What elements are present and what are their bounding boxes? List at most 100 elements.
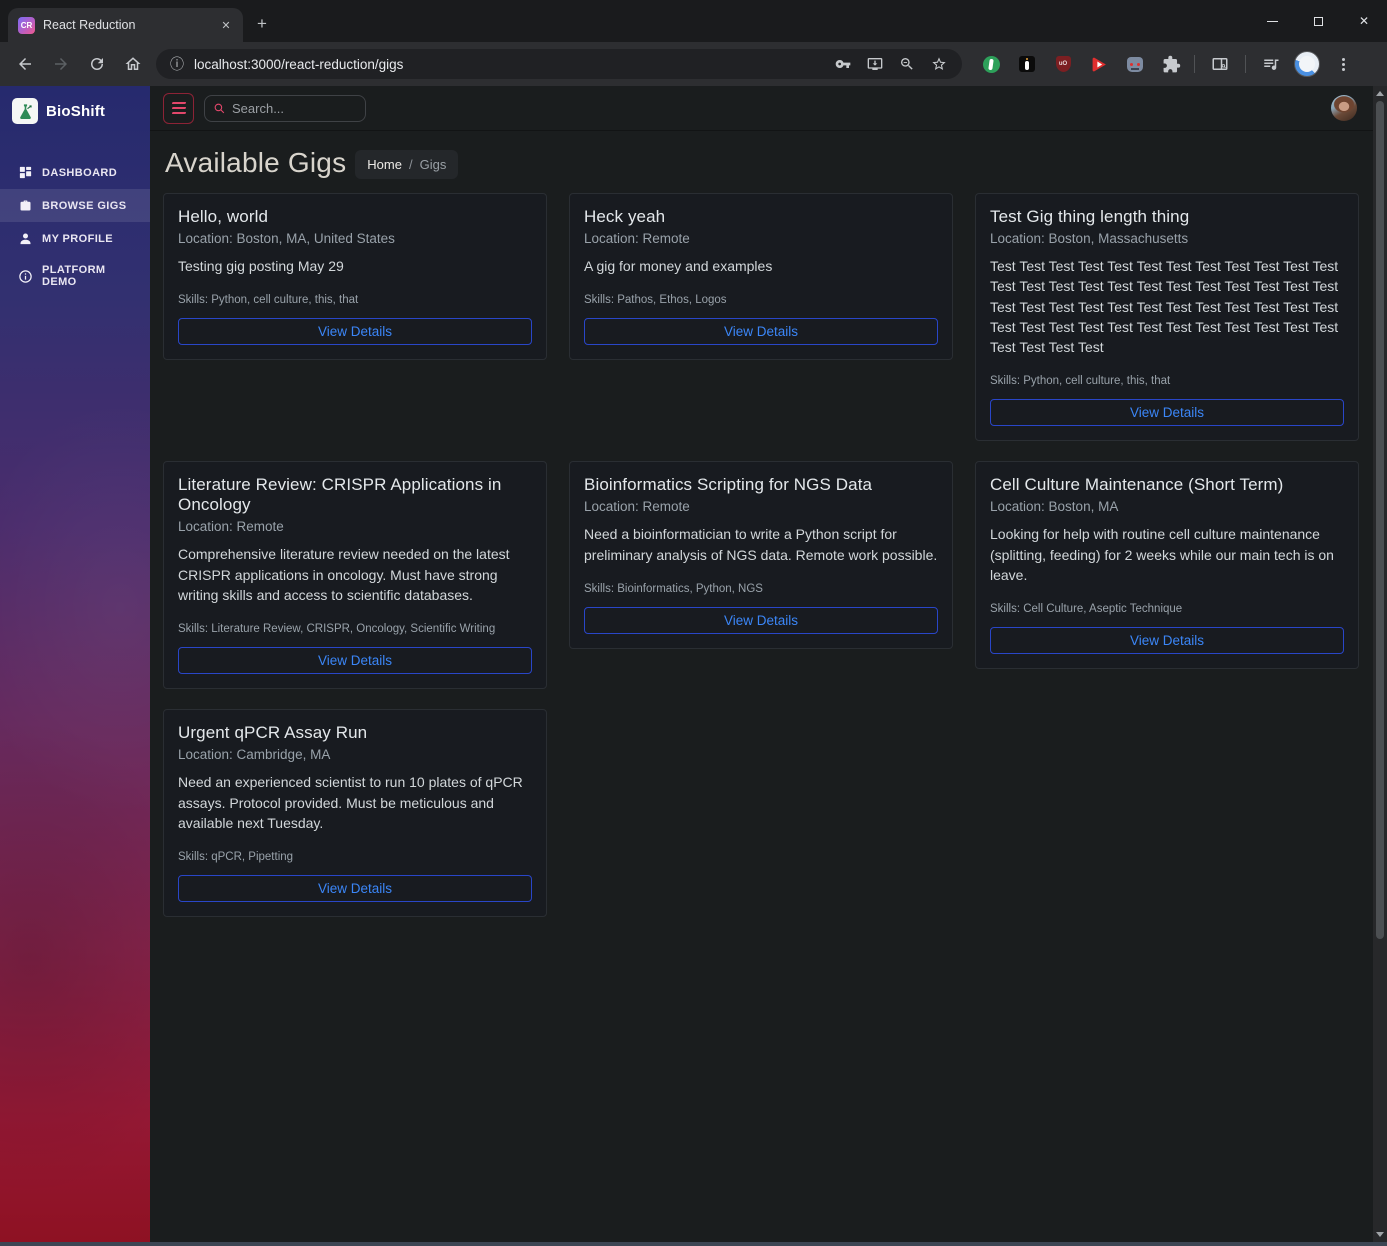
red-play-extension-icon[interactable]: [1084, 49, 1114, 79]
gig-title: Heck yeah: [584, 207, 938, 227]
save-to-device-icon[interactable]: [862, 51, 888, 77]
browser-tab[interactable]: CR React Reduction ✕: [8, 8, 243, 42]
gig-title: Cell Culture Maintenance (Short Term): [990, 475, 1344, 495]
zoom-out-icon[interactable]: [894, 51, 920, 77]
gig-description: Testing gig posting May 29: [178, 256, 532, 276]
toolbar-divider: [1194, 55, 1195, 73]
black-square-extension-icon[interactable]: [1012, 49, 1042, 79]
gig-title: Hello, world: [178, 207, 532, 227]
gigs-grid: Hello, world Location: Boston, MA, Unite…: [163, 193, 1359, 917]
gig-location: Location: Cambridge, MA: [178, 747, 532, 762]
gig-location: Location: Boston, MA, United States: [178, 231, 532, 246]
sidebar-item-my-profile[interactable]: MY PROFILE: [0, 222, 150, 255]
back-button[interactable]: [8, 47, 42, 81]
maximize-icon: [1314, 17, 1323, 26]
media-playlist-button[interactable]: [1254, 47, 1288, 81]
search-icon: [213, 102, 226, 115]
gig-skills: Skills: Bioinformatics, Python, NGS: [584, 583, 938, 595]
browser-window: CR React Reduction ✕ + ✕ ⓘ localhost:300…: [0, 0, 1387, 1246]
address-bar[interactable]: ⓘ localhost:3000/react-reduction/gigs: [156, 49, 962, 79]
back-icon: [16, 55, 34, 73]
password-key-icon[interactable]: [830, 51, 856, 77]
sidebar-item-label: PLATFORM DEMO: [42, 264, 140, 288]
hamburger-icon: [171, 102, 186, 104]
gig-description: Need an experienced scientist to run 10 …: [178, 772, 532, 833]
gig-location: Location: Remote: [584, 499, 938, 514]
ublock-shield-extension-icon[interactable]: uO: [1048, 49, 1078, 79]
sidebar-item-label: MY PROFILE: [42, 233, 113, 245]
forward-button[interactable]: [44, 47, 78, 81]
gig-skills: Skills: Literature Review, CRISPR, Oncol…: [178, 623, 532, 635]
url-text: localhost:3000/react-reduction/gigs: [194, 57, 824, 72]
breadcrumb-home[interactable]: Home: [367, 157, 402, 172]
bioshift-flask-icon: [12, 98, 38, 124]
gig-card: Hello, world Location: Boston, MA, Unite…: [163, 193, 547, 360]
tab-close-icon[interactable]: ✕: [217, 16, 235, 34]
green-circle-extension-icon[interactable]: [976, 49, 1006, 79]
maximize-button[interactable]: [1295, 0, 1341, 42]
app-navbar: [150, 86, 1387, 131]
sidebar-item-dashboard[interactable]: DASHBOARD: [0, 156, 150, 189]
user-avatar[interactable]: [1331, 95, 1357, 121]
gig-description: Comprehensive literature review needed o…: [178, 544, 532, 605]
view-details-button[interactable]: View Details: [990, 627, 1344, 654]
page-title: Available Gigs: [165, 147, 346, 179]
extensions-row: uO: [976, 49, 1186, 79]
side-panel-icon: [1211, 55, 1229, 73]
gig-location: Location: Remote: [584, 231, 938, 246]
gig-skills: Skills: Python, cell culture, this, that: [990, 375, 1344, 387]
close-button[interactable]: ✕: [1341, 0, 1387, 42]
app-body: BioShift DASHBOARD BROWSE GIGS MY PROFIL…: [0, 86, 1387, 1246]
browser-toolbar: ⓘ localhost:3000/react-reduction/gigs uO: [0, 42, 1387, 86]
sidebar-item-browse-gigs[interactable]: BROWSE GIGS: [0, 189, 150, 222]
gig-title: Bioinformatics Scripting for NGS Data: [584, 475, 938, 495]
gigs-page: Available Gigs Home / Gigs Hello, world …: [150, 131, 1387, 917]
sidebar-item-platform-demo[interactable]: PLATFORM DEMO: [0, 255, 150, 297]
briefcase-icon: [18, 198, 33, 213]
breadcrumb-separator: /: [409, 157, 413, 172]
search-box[interactable]: [204, 95, 366, 122]
view-details-button[interactable]: View Details: [584, 318, 938, 345]
gig-skills: Skills: Cell Culture, Aseptic Technique: [990, 603, 1344, 615]
gig-description: A gig for money and examples: [584, 256, 938, 276]
side-panel-button[interactable]: [1203, 47, 1237, 81]
browser-profile-avatar: [1294, 51, 1320, 77]
new-tab-button[interactable]: +: [257, 14, 267, 34]
robot-extension-icon[interactable]: [1120, 49, 1150, 79]
favicon: CR: [18, 17, 35, 34]
brand[interactable]: BioShift: [0, 86, 150, 134]
site-info-icon[interactable]: ⓘ: [166, 54, 188, 74]
gig-card: Urgent qPCR Assay Run Location: Cambridg…: [163, 709, 547, 917]
info-icon: [18, 269, 33, 284]
view-details-button[interactable]: View Details: [178, 647, 532, 674]
view-details-button[interactable]: View Details: [178, 875, 532, 902]
sidebar-toggle-button[interactable]: [163, 93, 194, 124]
view-details-button[interactable]: View Details: [990, 399, 1344, 426]
view-details-button[interactable]: View Details: [178, 318, 532, 345]
scroll-up-arrow-icon[interactable]: [1376, 91, 1384, 96]
bookmark-star-icon[interactable]: [926, 51, 952, 77]
refresh-button[interactable]: [80, 47, 114, 81]
breadcrumb-current: Gigs: [420, 157, 447, 172]
minimize-button[interactable]: [1249, 0, 1295, 42]
minimize-icon: [1267, 21, 1278, 22]
gig-card: Test Gig thing length thing Location: Bo…: [975, 193, 1359, 441]
kebab-menu-icon: [1342, 56, 1345, 73]
browser-profile-button[interactable]: [1290, 47, 1324, 81]
view-details-button[interactable]: View Details: [584, 607, 938, 634]
extensions-puzzle-icon[interactable]: [1156, 49, 1186, 79]
browser-menu-button[interactable]: [1326, 47, 1360, 81]
page-scrollbar[interactable]: [1373, 86, 1387, 1242]
gig-title: Urgent qPCR Assay Run: [178, 723, 532, 743]
search-input[interactable]: [232, 101, 357, 116]
scroll-down-arrow-icon[interactable]: [1376, 1232, 1384, 1237]
gig-skills: Skills: qPCR, Pipetting: [178, 851, 532, 863]
sidebar-nav: DASHBOARD BROWSE GIGS MY PROFILE PLATFOR…: [0, 156, 150, 297]
gig-location: Location: Remote: [178, 519, 532, 534]
home-button[interactable]: [116, 47, 150, 81]
user-icon: [18, 231, 33, 246]
gig-description: Test Test Test Test Test Test Test Test …: [990, 256, 1344, 357]
scrollbar-thumb[interactable]: [1376, 101, 1384, 939]
gig-skills: Skills: Python, cell culture, this, that: [178, 294, 532, 306]
gig-card: Cell Culture Maintenance (Short Term) Lo…: [975, 461, 1359, 669]
